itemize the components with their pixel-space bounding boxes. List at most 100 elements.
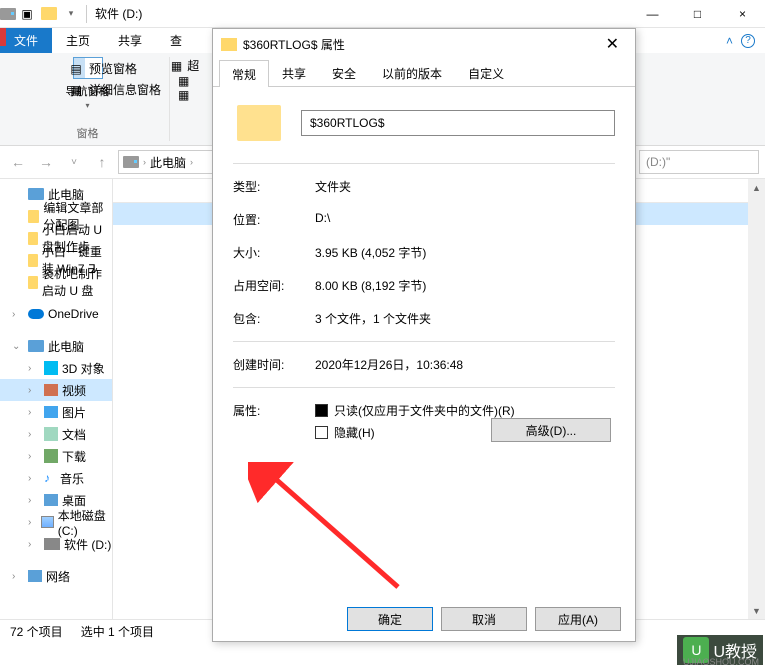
details-icon: ▦ — [68, 82, 84, 98]
tab-previous-versions[interactable]: 以前的版本 — [369, 59, 455, 86]
tab-security[interactable]: 安全 — [319, 59, 369, 86]
properties-dialog: $360RTLOG$ 属性 ✕ 常规 共享 安全 以前的版本 自定义 $360R… — [212, 28, 636, 642]
tree-3dobjects[interactable]: ›3D 对象 — [0, 357, 112, 379]
tree-music[interactable]: ›♪音乐 — [0, 467, 112, 489]
dialog-titlebar: $360RTLOG$ 属性 ✕ — [213, 29, 635, 59]
left-marker — [0, 28, 6, 46]
readonly-checkbox[interactable]: ■ — [315, 404, 328, 417]
scroll-down-icon[interactable]: ▼ — [748, 602, 765, 619]
ribbon-collapse-icon[interactable]: ˄ — [726, 34, 733, 48]
apply-button[interactable]: 应用(A) — [535, 607, 621, 631]
folder-name-input[interactable]: $360RTLOG$ — [301, 110, 615, 136]
download-icon — [44, 449, 58, 463]
folder-icon — [28, 210, 39, 223]
tree-videos[interactable]: ›视频 — [0, 379, 112, 401]
watermark-url: UJIAOSHOU.COM — [683, 657, 759, 667]
forward-button[interactable]: → — [34, 150, 58, 174]
group-panes-caption: 窗格 — [77, 125, 99, 141]
minimize-button[interactable]: — — [630, 0, 675, 28]
value-ondisk: 8.00 KB (8,192 字节) — [315, 277, 615, 294]
pc-icon — [28, 340, 44, 352]
layout-tiles[interactable]: ▦ ▦ — [178, 74, 192, 102]
tab-general[interactable]: 常规 — [219, 60, 269, 87]
preview-label: 预览窗格 — [89, 60, 137, 77]
label-created: 创建时间: — [233, 356, 315, 373]
folder-icon — [28, 276, 38, 289]
details-label: 详细信息窗格 — [89, 81, 161, 98]
desktop-icon — [44, 494, 58, 506]
tab-share[interactable]: 共享 — [104, 28, 156, 53]
tree-downloads[interactable]: ›下载 — [0, 445, 112, 467]
label-contains: 包含: — [233, 310, 315, 327]
close-button[interactable]: × — [720, 0, 765, 28]
value-created: 2020年12月26日，10:36:48 — [315, 356, 615, 373]
tab-home[interactable]: 主页 — [52, 28, 104, 53]
folder-large-icon — [237, 105, 281, 141]
layout-extralarge[interactable]: ▦ 超 — [171, 57, 199, 74]
tree-documents[interactable]: ›文档 — [0, 423, 112, 445]
folder-icon — [221, 38, 237, 51]
dialog-close-button[interactable]: ✕ — [598, 30, 627, 58]
picture-icon — [44, 406, 58, 418]
tab-view-truncated[interactable]: 查 — [156, 28, 196, 53]
readonly-label: 只读(仅应用于文件夹中的文件)(R) — [334, 402, 515, 419]
window-title: 软件 (D:) — [95, 5, 630, 22]
details-pane-button[interactable]: ▦ 详细信息窗格 — [68, 81, 161, 98]
ok-button[interactable]: 确定 — [347, 607, 433, 631]
label-size: 大小: — [233, 244, 315, 261]
drive-icon — [123, 156, 139, 168]
vertical-scrollbar[interactable]: ▲ ▼ — [748, 179, 765, 619]
titlebar: ▣ ▾ 软件 (D:) — □ × — [0, 0, 765, 28]
cube-icon — [44, 361, 58, 375]
up-button[interactable]: ↑ — [90, 150, 114, 174]
preview-icon: ▤ — [68, 61, 84, 77]
dialog-tabs: 常规 共享 安全 以前的版本 自定义 — [213, 59, 635, 87]
video-icon — [44, 384, 58, 396]
tree-onedrive[interactable]: ›OneDrive — [0, 303, 112, 325]
tree-pane[interactable]: 此电脑 编辑文章部分配图 小白启动 U 盘制作步 小白一键重装 Win7 ∃ 装… — [0, 179, 113, 619]
value-size: 3.95 KB (4,052 字节) — [315, 244, 615, 261]
extralarge-icon: ▦ — [171, 59, 182, 73]
explorer-icon — [0, 6, 16, 22]
tree-network[interactable]: ›网络 — [0, 565, 112, 587]
label-ondisk: 占用空间: — [233, 277, 315, 294]
tab-customize[interactable]: 自定义 — [455, 59, 517, 86]
breadcrumb-thispc[interactable]: 此电脑 — [150, 154, 186, 171]
network-icon — [28, 570, 42, 582]
tree-cdrive[interactable]: ›本地磁盘 (C:) — [0, 511, 112, 533]
tree-pictures[interactable]: ›图片 — [0, 401, 112, 423]
collapse-icon[interactable]: ⌄ — [12, 341, 24, 352]
scroll-up-icon[interactable]: ▲ — [748, 179, 765, 196]
status-itemcount: 72 个项目 — [10, 623, 63, 640]
maximize-button[interactable]: □ — [675, 0, 720, 28]
value-contains: 3 个文件，1 个文件夹 — [315, 310, 615, 327]
tree-thispc[interactable]: ⌄此电脑 — [0, 335, 112, 357]
qat-newfolder-icon[interactable] — [38, 7, 60, 20]
extralarge-label: 超 — [187, 57, 199, 74]
search-input[interactable]: (D:)" — [639, 150, 759, 174]
qat-properties-icon[interactable]: ▣ — [16, 7, 38, 21]
tab-sharing[interactable]: 共享 — [269, 59, 319, 86]
tree-ddrive[interactable]: ›软件 (D:) — [0, 533, 112, 555]
search-placeholder: (D:)" — [646, 155, 670, 169]
tab-file[interactable]: 文件 — [0, 28, 52, 53]
hidden-label: 隐藏(H) — [334, 424, 375, 441]
drive-icon — [41, 516, 54, 528]
preview-pane-button[interactable]: ▤ 预览窗格 — [68, 60, 161, 77]
dialog-body: $360RTLOG$ 类型:文件夹 位置:D:\ 大小:3.95 KB (4,0… — [213, 87, 635, 460]
back-button[interactable]: ← — [6, 150, 30, 174]
tree-folder[interactable]: 装机吧制作启动 U 盘 — [0, 271, 112, 293]
advanced-button[interactable]: 高级(D)... — [491, 418, 611, 442]
cloud-icon — [28, 309, 44, 319]
help-icon[interactable]: ? — [741, 34, 755, 48]
hidden-checkbox[interactable] — [315, 426, 328, 439]
music-icon: ♪ — [44, 471, 56, 485]
cancel-button[interactable]: 取消 — [441, 607, 527, 631]
folder-icon — [28, 254, 38, 267]
folder-icon — [28, 232, 38, 245]
document-icon — [44, 427, 58, 441]
drive-icon — [44, 538, 60, 550]
qat-customize-icon[interactable]: ▾ — [60, 8, 82, 19]
expand-icon[interactable]: › — [12, 309, 24, 320]
recent-button[interactable]: ˅ — [62, 150, 86, 174]
